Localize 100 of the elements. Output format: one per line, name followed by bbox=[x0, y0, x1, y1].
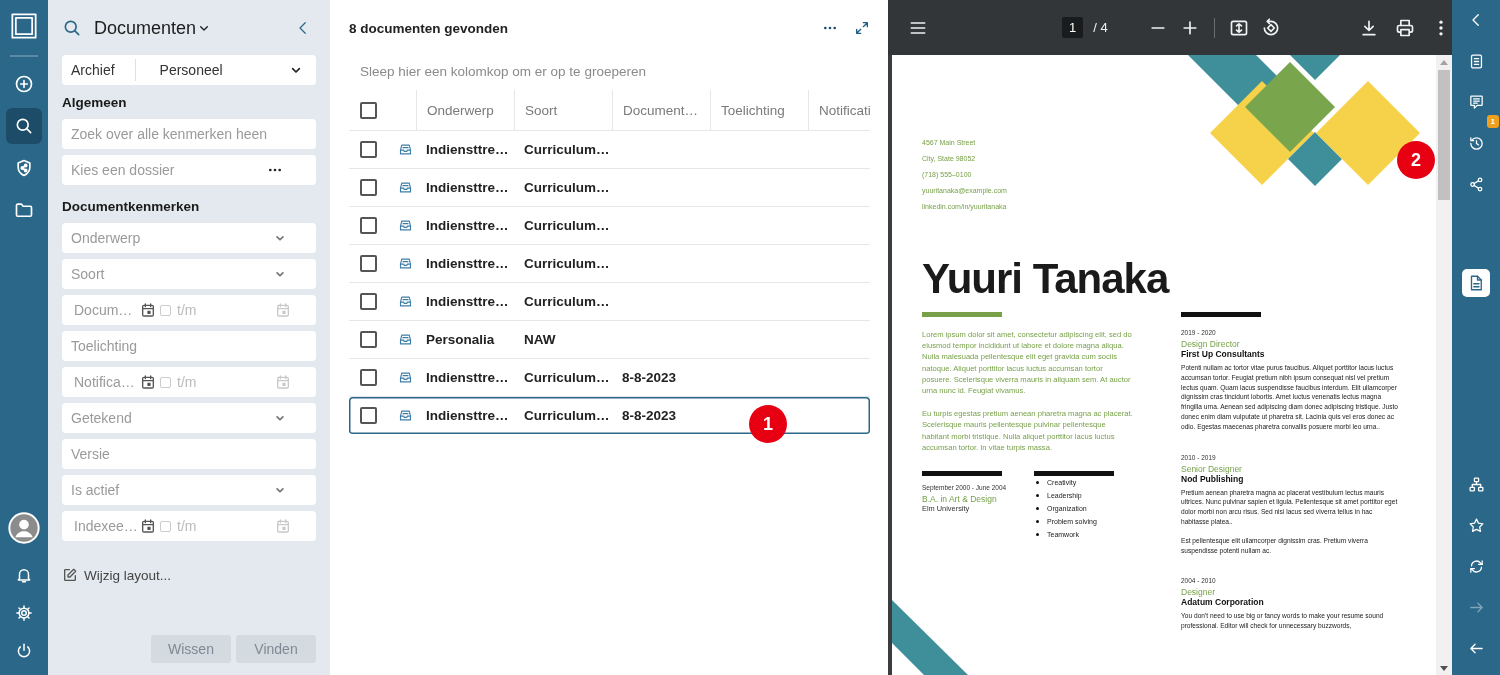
tray-icon bbox=[398, 332, 413, 347]
row-checkbox[interactable] bbox=[360, 141, 377, 158]
field-label: Notifica… bbox=[73, 374, 136, 390]
folder-icon bbox=[14, 200, 34, 220]
search-icon bbox=[62, 18, 82, 38]
shield-icon bbox=[14, 158, 34, 178]
checkbox[interactable] bbox=[160, 520, 171, 532]
table-row[interactable]: Indiensttre… Curriculum… bbox=[349, 207, 870, 245]
table-row[interactable]: Indiensttre… Curriculum… bbox=[349, 169, 870, 207]
row-checkbox[interactable] bbox=[360, 293, 377, 310]
plus-circle-icon bbox=[14, 74, 34, 94]
sync-icon bbox=[1467, 557, 1485, 575]
panel-title: Documenten bbox=[94, 17, 197, 39]
bullet-icon bbox=[1036, 520, 1039, 524]
text-field[interactable]: Zoek over alle kenmerken heen bbox=[62, 119, 316, 149]
company-name: Nod Publishing bbox=[1181, 473, 1245, 484]
tray-icon bbox=[398, 142, 413, 157]
table-row[interactable]: Indiensttre… Curriculum… bbox=[349, 131, 870, 169]
page-number-field[interactable]: 1 bbox=[1062, 17, 1084, 38]
table-cell-text: NAW bbox=[523, 332, 556, 347]
table-cell-text: Curriculum… bbox=[523, 180, 610, 195]
row-checkbox[interactable] bbox=[360, 331, 377, 348]
table-cell-text: Curriculum… bbox=[523, 370, 610, 385]
select-value: Personeel bbox=[159, 62, 224, 78]
column-header[interactable]: Soort bbox=[514, 90, 612, 131]
table-cell-text: Curriculum… bbox=[523, 142, 610, 157]
checkbox[interactable] bbox=[160, 304, 171, 316]
resume-name: Yuuri Tanaka bbox=[922, 256, 1171, 302]
row-checkbox[interactable] bbox=[360, 179, 377, 196]
table-cell-text: Curriculum… bbox=[523, 408, 610, 423]
table-cell-text: 8-8-2023 bbox=[621, 408, 677, 423]
comment-icon bbox=[1467, 93, 1485, 111]
job-title: Design Director bbox=[1181, 339, 1241, 349]
logo-icon bbox=[10, 12, 38, 40]
expand-icon[interactable] bbox=[854, 20, 870, 36]
tray-icon bbox=[398, 370, 413, 385]
column-header[interactable]: Notificati bbox=[808, 90, 870, 131]
scrollbar[interactable] bbox=[1436, 55, 1452, 675]
table-row[interactable]: Indiensttre… Curriculum… bbox=[349, 283, 870, 321]
calendar-icon[interactable] bbox=[140, 302, 156, 318]
calendar-icon[interactable] bbox=[140, 518, 156, 534]
row-checkbox[interactable] bbox=[360, 255, 377, 272]
table-cell-text: Indiensttre… bbox=[425, 142, 509, 157]
text-field[interactable]: Versie bbox=[62, 439, 316, 469]
page-count: / 4 bbox=[1093, 20, 1108, 35]
table-cell-text: 8-8-2023 bbox=[621, 370, 677, 385]
field-label: Archief bbox=[71, 62, 115, 78]
table-cell-text: Curriculum… bbox=[523, 218, 610, 233]
row-checkbox[interactable] bbox=[360, 407, 377, 424]
job-title: Designer bbox=[1181, 587, 1216, 598]
checkbox[interactable] bbox=[160, 376, 171, 388]
field-label: Indexee… bbox=[73, 518, 139, 534]
column-header[interactable]: Document… bbox=[612, 90, 710, 131]
column-header[interactable]: Toelichting bbox=[710, 90, 808, 131]
company-name: Adatum Corporation bbox=[1181, 597, 1265, 608]
print-icon[interactable] bbox=[1394, 17, 1415, 38]
archive-select[interactable]: Archief Personeel bbox=[62, 55, 316, 85]
table-row[interactable]: Indiensttre… Curriculum… 8-8-2023 bbox=[349, 359, 870, 397]
tray-icon bbox=[398, 294, 413, 309]
column-header[interactable]: Onderwerp bbox=[416, 90, 514, 131]
search-icon bbox=[14, 116, 34, 136]
tray-icon bbox=[398, 180, 413, 195]
bullet-icon bbox=[1036, 533, 1039, 537]
row-checkbox[interactable] bbox=[360, 217, 377, 234]
field-label: t/m bbox=[177, 302, 198, 318]
star-icon bbox=[1467, 516, 1485, 534]
lookup-field[interactable]: Kies een dossier bbox=[62, 155, 316, 185]
degree-title: B.A. in Art & Design bbox=[922, 494, 998, 505]
bullet-icon bbox=[1036, 481, 1039, 485]
calendar-icon[interactable] bbox=[140, 374, 156, 390]
table-cell-text: Curriculum… bbox=[523, 256, 610, 271]
text-field[interactable]: Toelichting bbox=[62, 331, 316, 361]
scrollbar-thumb[interactable] bbox=[1438, 70, 1450, 200]
settings-icon bbox=[15, 604, 33, 622]
tray-icon bbox=[398, 408, 413, 423]
job-title: Senior Designer bbox=[1181, 463, 1243, 474]
group-hint: Sleep hier een kolomkop om er op te groeperen bbox=[360, 64, 646, 79]
tray-icon bbox=[398, 256, 413, 271]
edit-layout-link[interactable]: Wijzig layout... bbox=[84, 567, 172, 583]
table-row[interactable]: Indiensttre… Curriculum… bbox=[349, 245, 870, 283]
tray-icon bbox=[398, 218, 413, 233]
select-all-checkbox[interactable] bbox=[360, 102, 377, 119]
table-cell-text: Indiensttre… bbox=[425, 218, 509, 233]
count-badge: 1 bbox=[1486, 115, 1499, 128]
document-button[interactable] bbox=[1462, 269, 1490, 297]
row-checkbox[interactable] bbox=[360, 369, 377, 386]
field-label: t/m bbox=[177, 374, 198, 390]
power-icon bbox=[15, 642, 33, 660]
edit-icon bbox=[62, 567, 78, 583]
results-title: 8 documenten gevonden bbox=[349, 20, 510, 36]
table-cell-text: Indiensttre… bbox=[425, 256, 509, 271]
history-icon bbox=[1467, 134, 1485, 152]
table-cell-text: Curriculum… bbox=[523, 294, 610, 309]
bullet-icon bbox=[1036, 494, 1039, 498]
table-row[interactable]: Personalia NAW bbox=[349, 321, 870, 359]
bell-icon bbox=[15, 566, 33, 584]
share-icon bbox=[1467, 175, 1485, 193]
profile-button[interactable] bbox=[6, 512, 42, 544]
search-button[interactable] bbox=[6, 108, 42, 144]
table-cell-text: Personalia bbox=[425, 332, 495, 347]
